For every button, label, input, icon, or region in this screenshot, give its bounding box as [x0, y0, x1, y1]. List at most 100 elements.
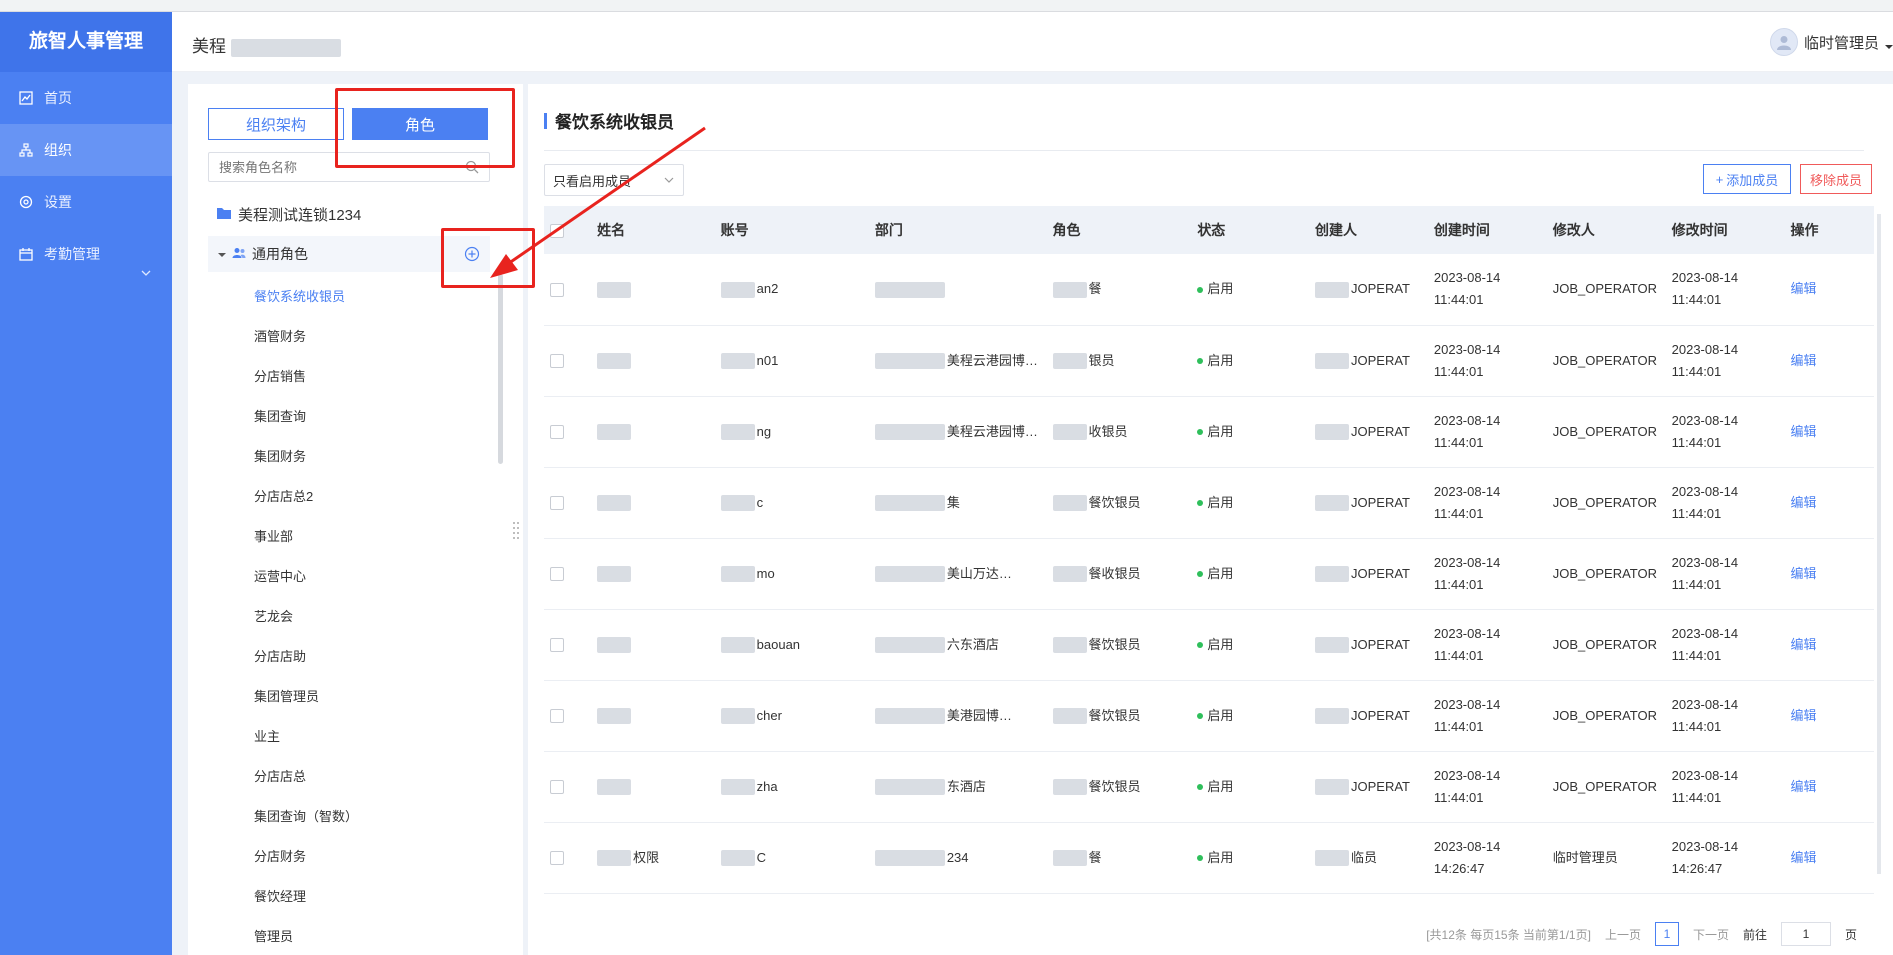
- status-text: 启用: [1207, 778, 1234, 794]
- status-dot-icon: [1197, 784, 1204, 791]
- drag-handle-icon[interactable]: [512, 520, 520, 540]
- row-checkbox-cell[interactable]: [544, 325, 592, 397]
- cell-modifier: JOB_OPERATOR: [1546, 538, 1666, 610]
- redacted-block: [874, 424, 945, 441]
- remove-member-button[interactable]: 移除成员: [1800, 164, 1872, 194]
- row-checkbox-cell[interactable]: [544, 822, 592, 894]
- caret-down-icon[interactable]: [218, 246, 226, 262]
- cell-op[interactable]: 编辑: [1784, 680, 1874, 752]
- row-checkbox[interactable]: [550, 567, 564, 582]
- status-text: 启用: [1207, 565, 1234, 581]
- role-item[interactable]: 分店店总: [254, 762, 358, 802]
- row-checkbox[interactable]: [550, 709, 564, 724]
- cell-account: mo: [714, 538, 869, 610]
- chevron-down-icon: [140, 248, 152, 276]
- row-checkbox-cell[interactable]: [544, 751, 592, 823]
- edit-link[interactable]: 编辑: [1791, 637, 1817, 652]
- role-item[interactable]: 集团查询（智数）: [254, 802, 358, 842]
- cell-created: 2023-08-14 11:44:01: [1427, 254, 1547, 326]
- sidebar-item-settings[interactable]: 设置: [0, 176, 172, 228]
- current-page-button[interactable]: 1: [1654, 922, 1679, 946]
- role-item[interactable]: 餐饮系统收银员: [254, 282, 358, 322]
- row-checkbox-cell[interactable]: [544, 538, 592, 610]
- redacted-block: [720, 566, 755, 583]
- user-menu[interactable]: 临时管理员: [1769, 28, 1893, 56]
- role-item[interactable]: 分店财务: [254, 842, 358, 882]
- goto-page-input[interactable]: 1: [1780, 922, 1831, 946]
- row-checkbox-cell[interactable]: [544, 467, 592, 539]
- redacted-block: [1315, 353, 1349, 370]
- row-checkbox-cell[interactable]: [544, 396, 592, 468]
- row-checkbox[interactable]: [550, 425, 564, 440]
- role-item[interactable]: 事业部: [254, 522, 358, 562]
- edit-link[interactable]: 编辑: [1791, 495, 1817, 510]
- row-checkbox-cell[interactable]: [544, 680, 592, 752]
- top-bar: 美程 临时管理员: [172, 12, 1893, 72]
- tree-root-label: 美程测试连锁1234: [238, 207, 362, 224]
- redacted-block: [1052, 495, 1087, 512]
- role-item[interactable]: 酒管财务: [254, 322, 358, 362]
- cell-op[interactable]: 编辑: [1784, 396, 1874, 468]
- add-member-button[interactable]: + 添加成员: [1703, 164, 1791, 194]
- row-checkbox[interactable]: [550, 354, 564, 369]
- row-checkbox[interactable]: [550, 780, 564, 795]
- sidebar-item-label: 组织: [44, 142, 72, 158]
- role-item[interactable]: 集团查询: [254, 402, 358, 442]
- cell-status: 启用: [1191, 680, 1309, 752]
- role-item[interactable]: 集团管理员: [254, 682, 358, 722]
- row-checkbox-cell[interactable]: [544, 609, 592, 681]
- brand-title: 旅智人事管理: [0, 12, 172, 72]
- company-name-text: 美程: [192, 37, 226, 56]
- role-item[interactable]: 分店店助: [254, 642, 358, 682]
- tree-scrollbar[interactable]: [498, 274, 503, 464]
- cell-creator: JOPERAT: [1309, 538, 1428, 610]
- redacted-block: [1315, 779, 1349, 796]
- cell-account: c: [714, 467, 869, 539]
- tree-root-node[interactable]: 美程测试连锁1234: [216, 204, 361, 225]
- cell-text: 餐饮银员: [1088, 778, 1141, 794]
- cell-text: C: [756, 849, 767, 865]
- member-panel: 餐饮系统收银员 只看启用成员 + 添加成员 移除成员 姓名 账号 部门 角色 状…: [528, 84, 1893, 955]
- sidebar-item-attendance[interactable]: 考勤管理: [0, 228, 172, 280]
- cell-op[interactable]: 编辑: [1784, 254, 1874, 326]
- edit-link[interactable]: 编辑: [1791, 353, 1817, 368]
- edit-link[interactable]: 编辑: [1791, 281, 1817, 296]
- row-checkbox[interactable]: [550, 851, 564, 866]
- cell-op[interactable]: 编辑: [1784, 325, 1874, 397]
- cell-op[interactable]: 编辑: [1784, 609, 1874, 681]
- role-item[interactable]: 集团财务: [254, 442, 358, 482]
- sidebar-item-org[interactable]: 组织: [0, 124, 172, 176]
- cell-text: 六东酒店: [946, 636, 999, 652]
- cell-text: JOB_OPERATOR: [1552, 636, 1658, 652]
- edit-link[interactable]: 编辑: [1791, 708, 1817, 723]
- table-scrollbar[interactable]: [1877, 214, 1881, 874]
- next-page-button[interactable]: 下一页: [1693, 926, 1729, 943]
- sidebar-item-home[interactable]: 首页: [0, 72, 172, 124]
- role-item[interactable]: 业主: [254, 722, 358, 762]
- role-item[interactable]: 分店店总2: [254, 482, 358, 522]
- cell-role: 收银员: [1046, 396, 1192, 468]
- tree-group-label: 通用角色: [252, 246, 308, 262]
- status-dot-icon: [1197, 286, 1204, 293]
- cell-op[interactable]: 编辑: [1784, 467, 1874, 539]
- cell-op[interactable]: 编辑: [1784, 538, 1874, 610]
- role-item[interactable]: 管理员: [254, 922, 358, 955]
- edit-link[interactable]: 编辑: [1791, 850, 1817, 865]
- company-name: 美程: [192, 32, 341, 57]
- folder-icon: [216, 206, 232, 224]
- role-item[interactable]: 艺龙会: [254, 602, 358, 642]
- cell-modified: 2023-08-14 11:44:01: [1665, 325, 1785, 397]
- tab-org-structure[interactable]: 组织架构: [208, 108, 344, 140]
- row-checkbox[interactable]: [550, 638, 564, 653]
- cell-op[interactable]: 编辑: [1784, 822, 1874, 894]
- role-item[interactable]: 餐饮经理: [254, 882, 358, 922]
- row-checkbox[interactable]: [550, 496, 564, 511]
- role-item[interactable]: 运营中心: [254, 562, 358, 602]
- prev-page-button[interactable]: 上一页: [1605, 926, 1641, 943]
- edit-link[interactable]: 编辑: [1791, 779, 1817, 794]
- edit-link[interactable]: 编辑: [1791, 424, 1817, 439]
- edit-link[interactable]: 编辑: [1791, 566, 1817, 581]
- column-header: 账号: [714, 206, 869, 254]
- role-item[interactable]: 分店销售: [254, 362, 358, 402]
- cell-op[interactable]: 编辑: [1784, 751, 1874, 823]
